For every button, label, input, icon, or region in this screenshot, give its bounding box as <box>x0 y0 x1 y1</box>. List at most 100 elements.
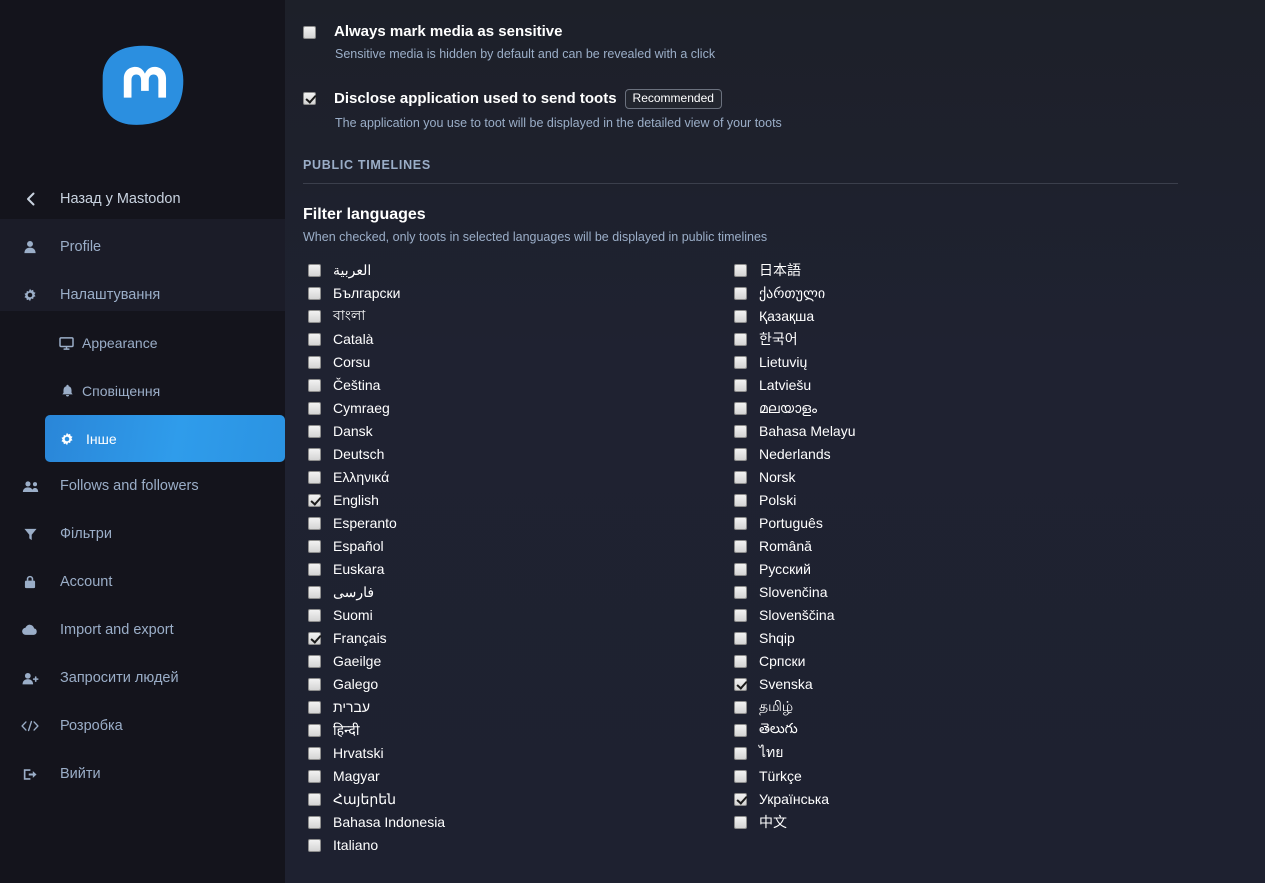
language-option[interactable]: Slovenščina <box>734 604 856 627</box>
language-checkbox[interactable] <box>308 792 321 806</box>
sidebar-item-logout[interactable]: Вийти <box>0 750 285 798</box>
sidebar-item-preferences[interactable]: Налаштування <box>0 271 285 319</box>
language-checkbox[interactable] <box>308 309 321 323</box>
language-option[interactable]: Čeština <box>308 374 445 397</box>
language-option[interactable]: Türkçe <box>734 765 856 788</box>
sidebar-item-account[interactable]: Account <box>0 558 285 606</box>
language-option[interactable]: Français <box>308 627 445 650</box>
language-option[interactable]: فارسی <box>308 581 445 604</box>
language-option[interactable]: 日本語 <box>734 259 856 282</box>
language-checkbox[interactable] <box>734 286 747 300</box>
language-checkbox[interactable] <box>308 746 321 760</box>
language-checkbox[interactable] <box>734 585 747 599</box>
language-option[interactable]: עברית <box>308 696 445 719</box>
sidebar-item-notifications[interactable]: Сповіщення <box>0 367 285 415</box>
language-checkbox[interactable] <box>734 815 747 829</box>
language-option[interactable]: Galego <box>308 673 445 696</box>
language-option[interactable]: हिन्दी <box>308 719 445 742</box>
language-checkbox[interactable] <box>308 562 321 576</box>
sidebar-item-other[interactable]: Інше <box>45 415 285 462</box>
language-checkbox[interactable] <box>308 447 321 461</box>
language-checkbox[interactable] <box>734 470 747 484</box>
language-option[interactable]: Bahasa Melayu <box>734 420 856 443</box>
language-option[interactable]: Български <box>308 282 445 305</box>
sidebar-item-filters[interactable]: Фільтри <box>0 510 285 558</box>
disclose-application-checkbox[interactable] <box>303 92 316 105</box>
language-checkbox[interactable] <box>308 769 321 783</box>
language-checkbox[interactable] <box>734 723 747 737</box>
language-checkbox[interactable] <box>734 401 747 415</box>
language-option[interactable]: Cymraeg <box>308 397 445 420</box>
sidebar-item-follows-and-followers[interactable]: Follows and followers <box>0 462 285 510</box>
language-checkbox[interactable] <box>734 746 747 760</box>
language-option[interactable]: Dansk <box>308 420 445 443</box>
language-checkbox[interactable] <box>734 654 747 668</box>
language-checkbox[interactable] <box>308 539 321 553</box>
language-option[interactable]: Latviešu <box>734 374 856 397</box>
language-checkbox[interactable] <box>734 677 747 691</box>
language-checkbox[interactable] <box>308 332 321 346</box>
language-checkbox[interactable] <box>308 677 321 691</box>
language-checkbox[interactable] <box>308 378 321 392</box>
language-option[interactable]: Español <box>308 535 445 558</box>
language-checkbox[interactable] <box>734 516 747 530</box>
language-checkbox[interactable] <box>734 332 747 346</box>
language-option[interactable]: 한국어 <box>734 328 856 351</box>
language-option[interactable]: Italiano <box>308 834 445 857</box>
language-option[interactable]: ไทย <box>734 742 856 765</box>
language-checkbox[interactable] <box>308 263 321 277</box>
language-checkbox[interactable] <box>308 286 321 300</box>
sidebar-item-profile[interactable]: Profile <box>0 223 285 271</box>
language-checkbox[interactable] <box>734 562 747 576</box>
language-checkbox[interactable] <box>308 815 321 829</box>
language-option[interactable]: Nederlands <box>734 443 856 466</box>
sidebar-item-appearance[interactable]: Appearance <box>0 319 285 367</box>
language-checkbox[interactable] <box>734 700 747 714</box>
language-option[interactable]: Català <box>308 328 445 351</box>
language-option[interactable]: Norsk <box>734 466 856 489</box>
language-checkbox[interactable] <box>308 470 321 484</box>
language-option[interactable]: Ελληνικά <box>308 466 445 489</box>
language-option[interactable]: 中文 <box>734 811 856 834</box>
language-option[interactable]: বাংলা <box>308 305 445 328</box>
language-option[interactable]: Português <box>734 512 856 535</box>
language-option[interactable]: Corsu <box>308 351 445 374</box>
language-checkbox[interactable] <box>734 608 747 622</box>
language-option[interactable]: മലയാളം <box>734 397 856 420</box>
language-checkbox[interactable] <box>308 585 321 599</box>
language-checkbox[interactable] <box>734 447 747 461</box>
language-checkbox[interactable] <box>308 493 321 507</box>
sidebar-item-invite-people[interactable]: Запросити людей <box>0 654 285 702</box>
setting-disclose-application-used-to-send-toots[interactable]: Disclose application used to send toots … <box>303 89 1265 130</box>
language-checkbox[interactable] <box>308 401 321 415</box>
language-option[interactable]: Polski <box>734 489 856 512</box>
language-option[interactable]: Euskara <box>308 558 445 581</box>
sidebar-item-development[interactable]: Розробка <box>0 702 285 750</box>
language-checkbox[interactable] <box>734 378 747 392</box>
language-option[interactable]: Қазақша <box>734 305 856 328</box>
language-option[interactable]: Slovenčina <box>734 581 856 604</box>
always-mark-media-as-sensitive-checkbox[interactable] <box>303 26 316 39</box>
language-checkbox[interactable] <box>308 631 321 645</box>
language-option[interactable]: Esperanto <box>308 512 445 535</box>
language-option[interactable]: Suomi <box>308 604 445 627</box>
language-checkbox[interactable] <box>308 608 321 622</box>
language-checkbox[interactable] <box>734 792 747 806</box>
language-option[interactable]: Lietuvių <box>734 351 856 374</box>
language-option[interactable]: العربية <box>308 259 445 282</box>
sidebar-item-import-and-export[interactable]: Import and export <box>0 606 285 654</box>
language-checkbox[interactable] <box>734 493 747 507</box>
language-option[interactable]: Bahasa Indonesia <box>308 811 445 834</box>
language-checkbox[interactable] <box>308 424 321 438</box>
language-option[interactable]: Gaeilge <box>308 650 445 673</box>
language-option[interactable]: Українська <box>734 788 856 811</box>
language-option[interactable]: Hrvatski <box>308 742 445 765</box>
language-checkbox[interactable] <box>308 355 321 369</box>
sidebar-item-back-to-mastodon[interactable]: Назад у Mastodon <box>0 175 285 223</box>
language-option[interactable]: Română <box>734 535 856 558</box>
language-checkbox[interactable] <box>308 700 321 714</box>
language-option[interactable]: తెలుగు <box>734 719 856 742</box>
language-option[interactable]: Русский <box>734 558 856 581</box>
language-option[interactable]: Svenska <box>734 673 856 696</box>
language-option[interactable]: தமிழ் <box>734 696 856 719</box>
